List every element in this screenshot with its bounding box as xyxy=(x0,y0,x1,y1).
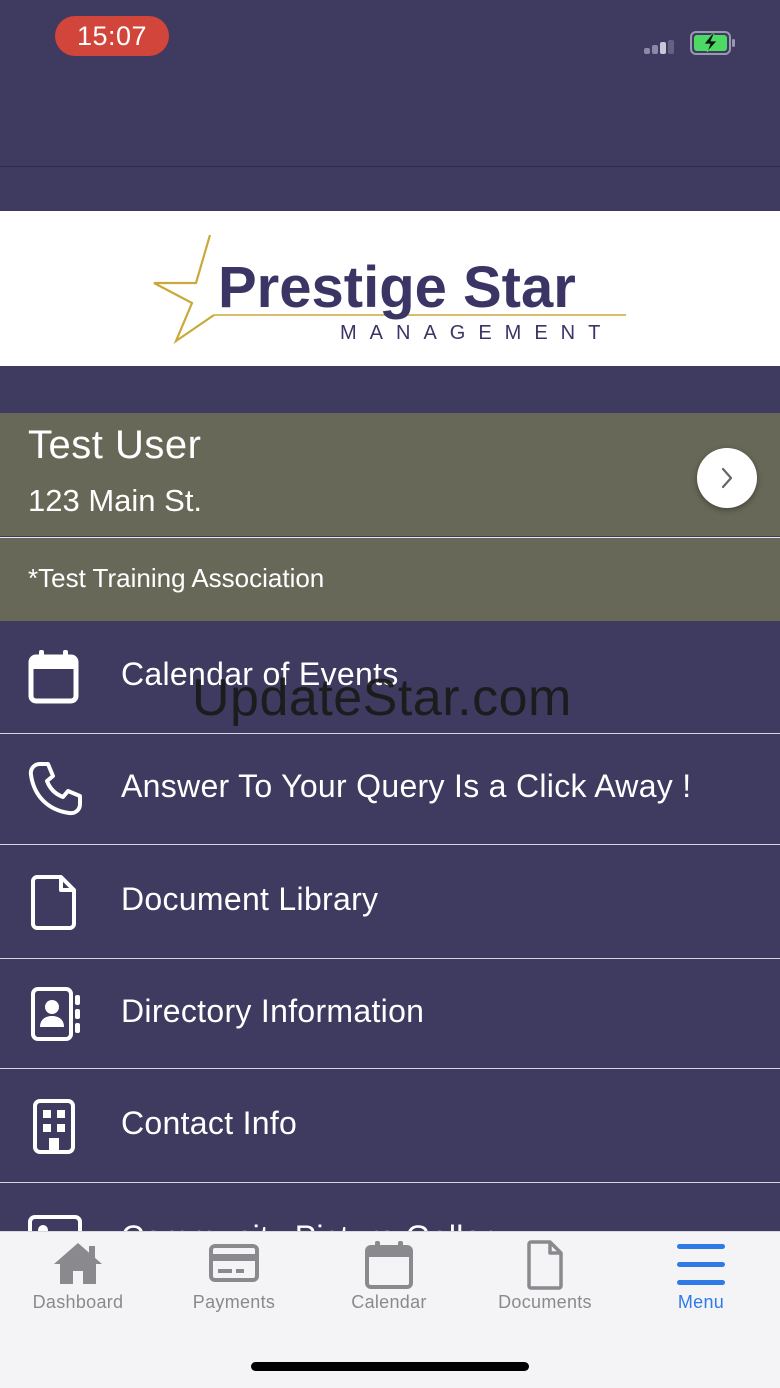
image-icon xyxy=(28,1215,82,1231)
calendar-icon xyxy=(28,650,79,704)
status-time[interactable]: 15:07 xyxy=(55,16,169,56)
watermark-text: UpdateStar.com xyxy=(192,669,572,727)
prestige-star-logo: Prestige Star MANAGEMENT xyxy=(153,234,626,345)
credit-card-icon xyxy=(209,1244,259,1282)
contact-card-icon xyxy=(31,987,80,1041)
logo-brand-text: Prestige Star xyxy=(218,255,576,320)
home-icon xyxy=(54,1243,102,1284)
building-icon xyxy=(33,1099,75,1154)
tab-dashboard[interactable]: Dashboard xyxy=(8,1236,148,1326)
tab-payments[interactable]: Payments xyxy=(164,1236,304,1326)
document-icon xyxy=(527,1240,563,1290)
logo-subtitle-text: MANAGEMENT xyxy=(340,322,613,344)
logo-banner: Prestige Star MANAGEMENT xyxy=(0,211,780,366)
tab-menu[interactable]: Menu xyxy=(631,1236,771,1326)
menu-item-community-gallery[interactable]: Community Picture Gallery xyxy=(0,1183,780,1231)
tab-calendar[interactable]: Calendar xyxy=(319,1236,459,1326)
tab-label: Payments xyxy=(192,1292,276,1312)
menu-item-contact-info[interactable]: Contact Info xyxy=(0,1069,780,1183)
document-icon xyxy=(31,875,76,930)
user-details-button[interactable] xyxy=(697,448,757,508)
tab-label: Dashboard xyxy=(32,1292,124,1312)
chevron-right-icon xyxy=(721,467,733,489)
home-indicator[interactable] xyxy=(251,1362,529,1371)
menu-item-query[interactable]: Answer To Your Query Is a Click Away ! xyxy=(0,734,780,845)
battery-charging-icon xyxy=(690,31,735,55)
tab-label: Documents xyxy=(498,1292,592,1312)
menu-item-label: Contact Info xyxy=(121,1105,298,1141)
signal-icon xyxy=(644,40,680,54)
menu-item-label: Community Picture Gallery xyxy=(121,1219,509,1231)
menu-item-label: Answer To Your Query Is a Click Away ! xyxy=(121,768,692,804)
menu-item-label: Directory Information xyxy=(121,993,425,1029)
menu-item-directory-information[interactable]: Directory Information xyxy=(0,959,780,1069)
association-name: *Test Training Association xyxy=(28,563,325,593)
phone-icon xyxy=(28,762,82,816)
hamburger-icon xyxy=(677,1244,725,1285)
calendar-icon xyxy=(365,1241,413,1289)
menu-item-document-library[interactable]: Document Library xyxy=(0,845,780,959)
tab-documents[interactable]: Documents xyxy=(475,1236,615,1326)
user-address: 123 Main St. xyxy=(28,483,203,518)
tab-label: Calendar xyxy=(351,1292,427,1312)
user-name: Test User xyxy=(28,423,202,467)
menu-item-label: Document Library xyxy=(121,881,379,917)
tab-label: Menu xyxy=(677,1292,725,1312)
status-bar: 15:07 xyxy=(0,0,780,167)
